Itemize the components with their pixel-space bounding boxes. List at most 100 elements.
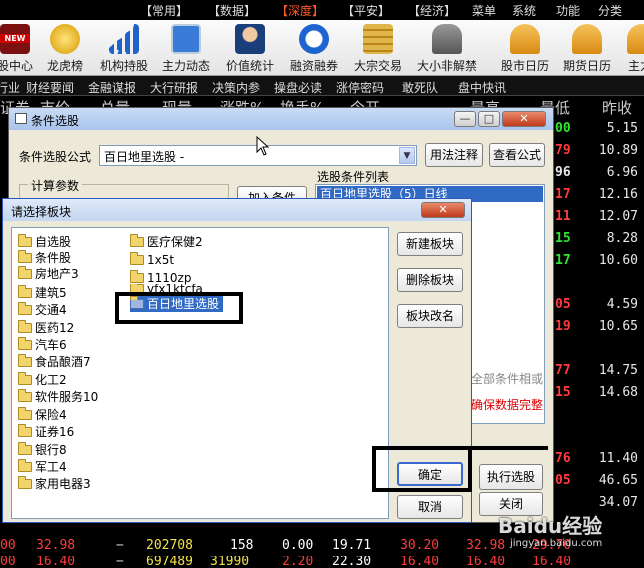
close-icon[interactable]: ✕ <box>421 202 465 218</box>
quote-cell: 6.96 <box>606 165 638 180</box>
menu-category[interactable]: 分类 <box>598 2 622 19</box>
menu-system[interactable]: 系统 <box>512 2 536 19</box>
quote-cell: 79 <box>555 143 571 158</box>
folder-icon <box>18 372 32 385</box>
list-item[interactable]: 建筑5 <box>18 285 67 301</box>
folder-icon <box>130 270 144 283</box>
cursor-icon <box>256 136 270 156</box>
person-icon <box>235 24 265 54</box>
tab-decision[interactable]: 决策内参 <box>212 79 260 96</box>
lock-icon <box>432 24 462 54</box>
menu-pingan[interactable]: 【平安】 <box>342 2 390 19</box>
menu-economy[interactable]: 【经济】 <box>408 2 456 19</box>
window-icon <box>15 113 27 124</box>
stock-center-icon: NEW <box>0 24 30 54</box>
list-item[interactable]: 自选股 <box>18 234 71 250</box>
folder-icon <box>130 252 144 265</box>
quote-cell: 19 <box>555 319 571 334</box>
folder-icon <box>18 266 32 279</box>
list-item[interactable]: 交通4 <box>18 302 67 318</box>
list-item[interactable]: 军工4 <box>18 459 67 475</box>
toolbar-dragon-tiger[interactable]: 龙虎榜 <box>40 20 90 76</box>
quote-cell: 4.59 <box>606 297 638 312</box>
toolbar-futures-calendar[interactable]: 期货日历 <box>558 20 616 76</box>
list-item[interactable]: 证券16 <box>18 424 74 440</box>
tab-limit-up[interactable]: 涨停密码 <box>336 79 384 96</box>
list-item[interactable]: 软件服务10 <box>18 389 98 405</box>
menu-function[interactable]: 功能 <box>556 2 580 19</box>
menu-depth[interactable]: 【深度】 <box>276 2 324 19</box>
list-item[interactable]: 条件股 <box>18 250 71 266</box>
rename-board-button[interactable]: 板块改名 <box>397 304 463 328</box>
list-item[interactable]: 银行8 <box>18 442 67 458</box>
medal-icon <box>50 24 80 54</box>
list-item[interactable]: 化工2 <box>18 372 67 388</box>
quote-cell: 46.65 <box>598 473 638 488</box>
folder-icon <box>18 250 32 263</box>
delete-board-button[interactable]: 删除板块 <box>397 268 463 292</box>
tab-bank-research[interactable]: 大行研报 <box>150 79 198 96</box>
list-item[interactable]: 保险4 <box>18 407 67 423</box>
tab-finance-news[interactable]: 财经要闻 <box>26 79 74 96</box>
stock-app: 【常用】 【数据】 【深度】 【平安】 【经济】 菜单 系统 功能 分类 NEW… <box>0 0 644 568</box>
view-formula-button[interactable]: 查看公式 <box>489 143 545 167</box>
toolbar-stock-calendar[interactable]: 股市日历 <box>496 20 554 76</box>
quote-cell: 17 <box>555 187 571 202</box>
tab-finance-report[interactable]: 金融谋报 <box>88 79 136 96</box>
list-item[interactable]: 食品酿酒7 <box>18 354 91 370</box>
minimize-button[interactable]: — <box>454 111 476 127</box>
menu-data[interactable]: 【数据】 <box>208 2 256 19</box>
list-item[interactable]: 汽车6 <box>18 337 67 353</box>
quote-cell: 11 <box>555 209 571 224</box>
highlight-box <box>115 292 243 324</box>
close-icon[interactable]: ✕ <box>502 111 546 127</box>
folder-icon <box>18 302 32 315</box>
registered-icon <box>299 24 329 54</box>
toolbar-main-force[interactable]: 主力动态 <box>158 20 214 76</box>
calendar-person-icon <box>572 24 602 54</box>
toolbar-stock-center[interactable]: NEW 股中心 <box>0 20 36 76</box>
top-menu-bar: 【常用】 【数据】 【深度】 【平安】 【经济】 菜单 系统 功能 分类 <box>0 0 644 20</box>
cancel-button[interactable]: 取消 <box>397 495 463 519</box>
folder-icon <box>18 320 32 333</box>
quote-cell: 96 <box>555 165 571 180</box>
new-board-button[interactable]: 新建板块 <box>397 232 463 256</box>
toolbar-unlock[interactable]: 大小非解禁 <box>414 20 480 76</box>
run-select-button[interactable]: 执行选股 <box>479 464 543 490</box>
quote-cell: 15 <box>555 231 571 246</box>
list-item[interactable]: 医药12 <box>18 320 74 336</box>
folder-icon <box>18 354 32 367</box>
tab-must-read[interactable]: 操盘必读 <box>274 79 322 96</box>
tab-industry[interactable]: 行业 <box>0 79 20 96</box>
highlight-box <box>468 446 472 492</box>
highlight-box <box>372 446 548 450</box>
list-item[interactable]: 1x5t <box>130 252 174 268</box>
toolbar-block-trade[interactable]: 大宗交易 <box>350 20 406 76</box>
monitor-icon <box>171 24 201 54</box>
menu-menu[interactable]: 菜单 <box>472 2 496 19</box>
quote-cell: 14.75 <box>598 363 638 378</box>
quote-cell: 76 <box>555 451 571 466</box>
bar-chart-icon <box>109 24 139 54</box>
list-item[interactable]: 房地产3 <box>18 266 79 282</box>
toolbar-value-stats[interactable]: 价值统计 <box>222 20 278 76</box>
folder-icon <box>18 389 32 402</box>
header-prev-close: 昨收 <box>602 99 633 117</box>
usage-notes-button[interactable]: 用法注释 <box>425 143 483 167</box>
quote-cell: 10.89 <box>598 143 638 158</box>
toolbar-main-more[interactable]: 主力 <box>622 20 644 76</box>
list-item[interactable]: 家用电器3 <box>18 476 91 492</box>
folder-icon <box>18 424 32 437</box>
tab-flash[interactable]: 盘中快讯 <box>458 79 506 96</box>
toolbar-institution[interactable]: 机构持股 <box>96 20 152 76</box>
list-item[interactable]: 医疗保健2 <box>130 234 203 250</box>
quote-cell: 11.40 <box>598 451 638 466</box>
folder-icon <box>130 234 144 247</box>
table-row[interactable]: 00 16.40 − 697489 31990 2.20 22.30 16.40… <box>0 556 644 568</box>
board-list[interactable]: 自选股 条件股 房地产3 建筑5 交通4 医药12 汽车6 食品酿酒7 化工2 … <box>11 227 389 519</box>
menu-common[interactable]: 【常用】 <box>140 2 188 19</box>
chevron-down-icon[interactable]: ▼ <box>399 147 415 164</box>
tab-dare-die[interactable]: 敢死队 <box>402 79 438 96</box>
toolbar-margin[interactable]: 融资融券 <box>286 20 342 76</box>
maximize-button[interactable]: □ <box>478 111 500 127</box>
